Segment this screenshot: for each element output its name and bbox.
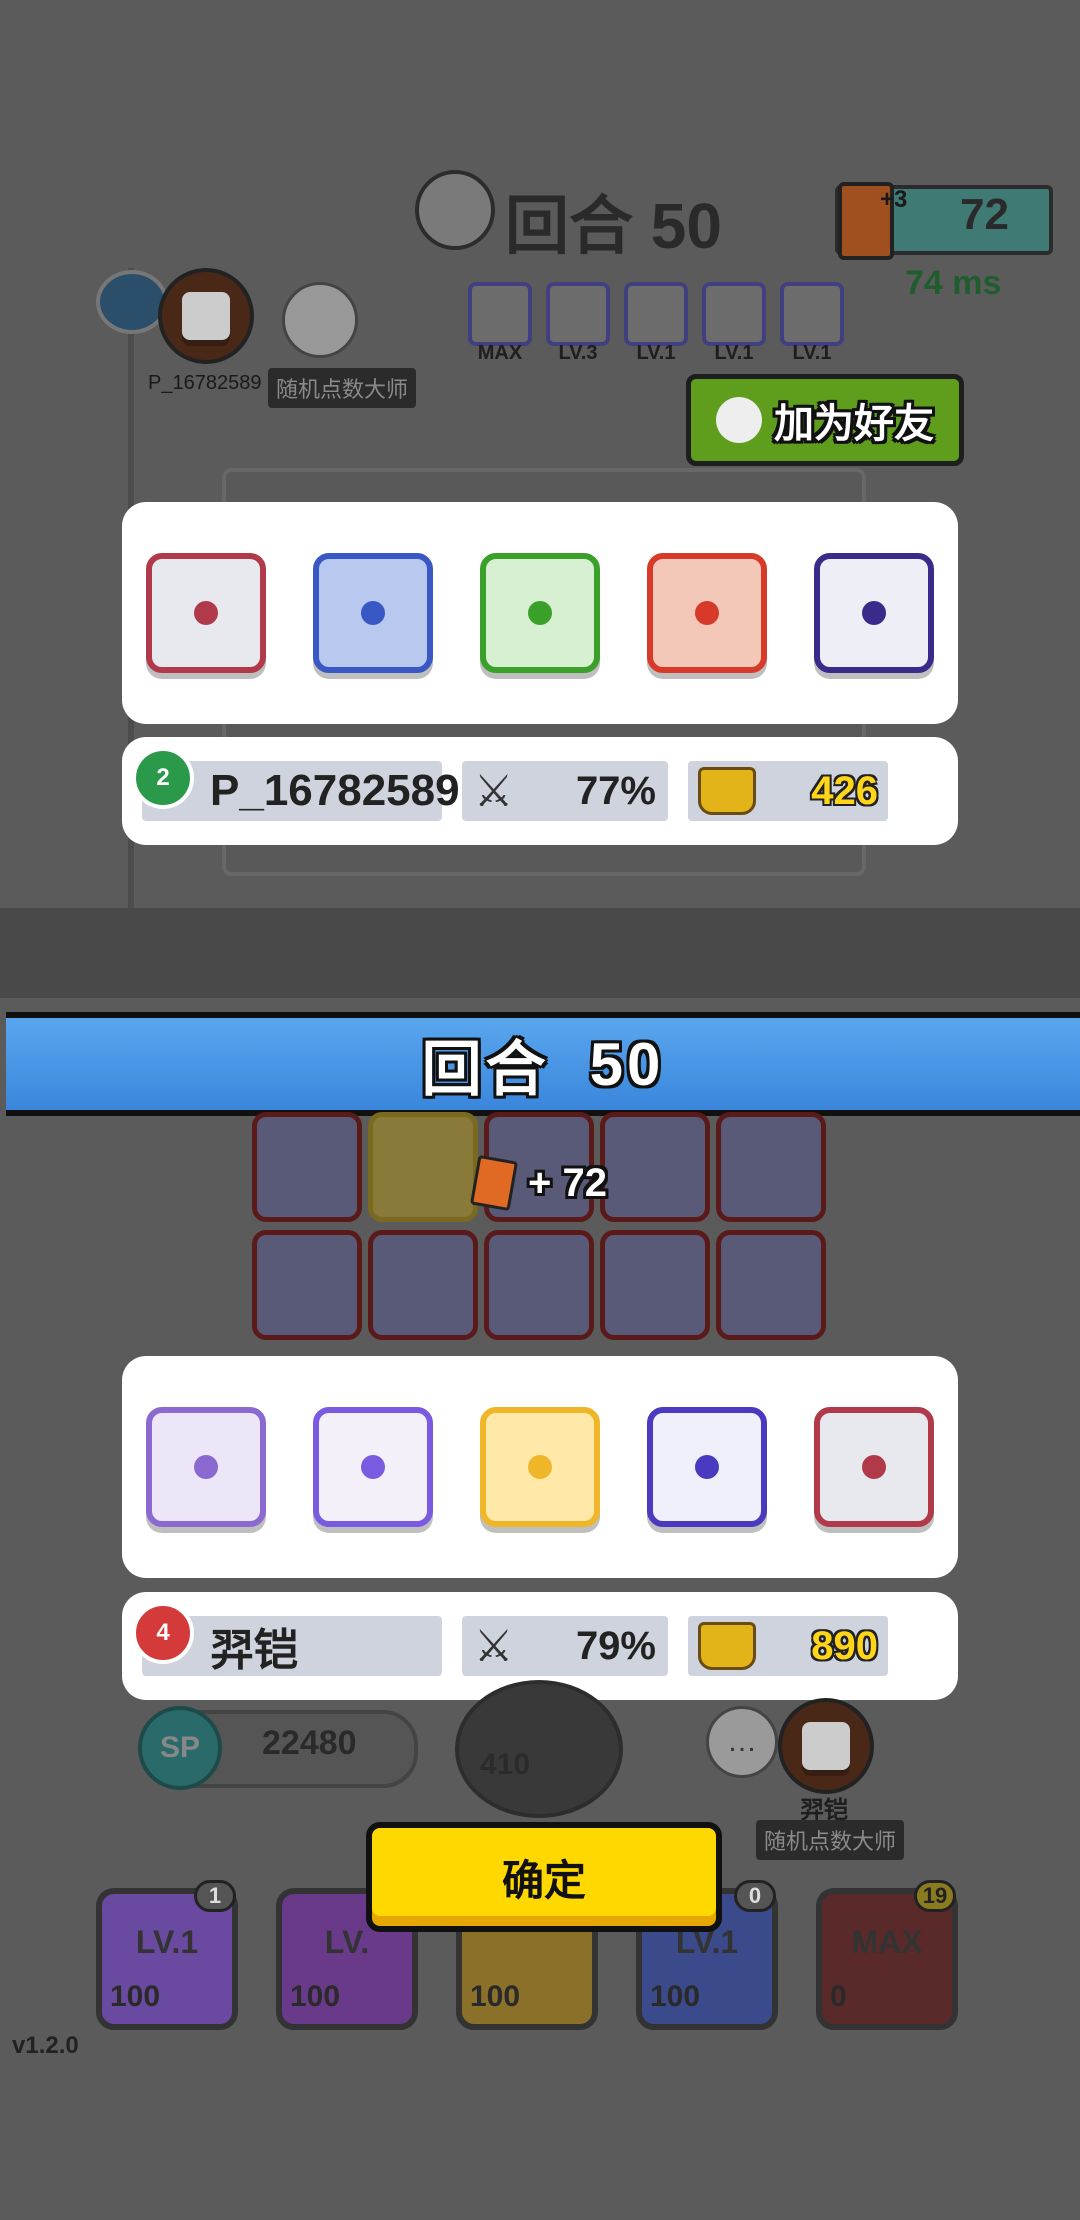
upgrade-cost: 100 xyxy=(290,1980,341,2013)
mini-die-level: LV.3 xyxy=(558,342,598,364)
opponent-title: 随机点数大师 xyxy=(268,368,417,408)
upgrade-level: MAX xyxy=(851,1924,923,1960)
chat-icon[interactable]: … xyxy=(706,1706,778,1778)
board-die xyxy=(252,1112,362,1222)
storm-die-icon xyxy=(145,553,266,673)
golden-die-icon xyxy=(479,1407,600,1527)
upgrade-slot[interactable]: MAX 19 0 xyxy=(816,1880,958,2030)
card-bonus: +3 xyxy=(880,186,908,213)
mini-die xyxy=(468,282,532,346)
player-name: 羿铠 xyxy=(210,1626,298,1675)
crossed-swords-icon: ⚔ xyxy=(474,1621,514,1671)
card-gain-label: + 72 xyxy=(528,1160,607,1205)
eye-icon[interactable] xyxy=(96,270,168,334)
board-die xyxy=(600,1112,710,1222)
upgrade-badge: 0 xyxy=(734,1880,776,1912)
player-board xyxy=(252,1112,826,1340)
add-friend-button[interactable]: 加为好友 xyxy=(686,374,964,466)
top-round-label: 回合 50 xyxy=(505,190,722,262)
board-die xyxy=(600,1230,710,1340)
mini-die-level: MAX xyxy=(477,342,523,364)
player-win-rate: 79% xyxy=(575,1623,656,1668)
poison-die-icon xyxy=(479,553,600,673)
upgrade-slot[interactable]: LV.1 1 100 xyxy=(96,1880,238,2030)
opponent-trophy-box: 426 xyxy=(688,761,888,821)
player-avatar[interactable] xyxy=(778,1698,874,1794)
opponent-stats-panel: 2 P_16782589 ⚔ 77% 426 xyxy=(122,737,958,845)
crossed-swords-icon: ⚔ xyxy=(474,766,514,816)
upgrade-badge: 19 xyxy=(914,1880,956,1912)
opponent-name-box: 2 P_16782589 xyxy=(132,747,460,821)
confirm-button[interactable]: 确定 xyxy=(366,1822,722,1932)
mini-die xyxy=(702,282,766,346)
upgrade-cost: 0 xyxy=(830,1980,847,2013)
dice-icon xyxy=(802,1722,850,1770)
opponent-avatar[interactable] xyxy=(158,268,254,364)
rank-number: 4 xyxy=(132,1602,194,1664)
board-die xyxy=(716,1230,826,1340)
banner-round-word: 回合 xyxy=(421,1035,550,1103)
ping-readout: 74 ms xyxy=(905,264,1002,302)
mini-die-levels: MAX LV.3 LV.1 LV.1 LV.1 xyxy=(468,342,844,365)
rank-number: 2 xyxy=(132,747,194,809)
upgrade-cost: 100 xyxy=(110,1980,161,2013)
player-name-box: 4 羿铠 xyxy=(132,1602,442,1676)
trophy-icon xyxy=(698,1622,756,1670)
confirm-label: 确定 xyxy=(501,1856,586,1904)
storm-die-icon xyxy=(814,1407,935,1527)
board-die xyxy=(368,1112,478,1222)
mini-die xyxy=(546,282,610,346)
add-friend-label: 加为好友 xyxy=(774,402,934,446)
opponent-deck-panel xyxy=(122,502,958,724)
lion-icon xyxy=(415,170,495,250)
board-die xyxy=(252,1230,362,1340)
opponent-name-small: P_16782589 xyxy=(148,372,262,394)
opponent-win-rate-box: ⚔ 77% xyxy=(462,761,668,821)
opponent-trophies: 426 xyxy=(811,768,878,813)
dice-icon xyxy=(182,292,230,340)
trophy-icon xyxy=(698,767,756,815)
fire-die-icon xyxy=(647,553,768,673)
card-icon xyxy=(469,1154,519,1212)
sp-amount: 22480 xyxy=(262,1724,357,1762)
board-die xyxy=(368,1230,478,1340)
opponent-name: P_16782589 xyxy=(210,766,460,815)
banner-round-number: 50 xyxy=(589,1030,665,1098)
board-die xyxy=(484,1230,594,1340)
card-gain: + 72 xyxy=(469,1154,607,1212)
player-deck-panel xyxy=(122,1356,958,1578)
mute-icon[interactable] xyxy=(282,282,358,358)
mini-die-level: LV.1 xyxy=(636,342,676,364)
player-win-rate-box: ⚔ 79% xyxy=(462,1616,668,1676)
round-banner: 回合 50 xyxy=(6,1012,1080,1116)
blessing-die-icon xyxy=(647,1407,768,1527)
mini-die-level: LV.1 xyxy=(792,342,832,364)
opponent-deck-mini xyxy=(468,282,844,346)
player-trophy-box: 890 xyxy=(688,1616,888,1676)
wind-die-icon xyxy=(814,553,935,673)
gear-die-icon xyxy=(312,553,433,673)
upgrade-level: LV.1 xyxy=(135,1924,199,1960)
add-friend-icon xyxy=(716,397,762,443)
player-title: 随机点数大师 xyxy=(756,1820,905,1860)
version-label: v1.2.0 xyxy=(12,2032,79,2059)
upgrade-cost: 100 xyxy=(470,1980,521,2013)
rainbow-die-icon xyxy=(312,1407,433,1527)
mini-die xyxy=(624,282,688,346)
rank-ribbon-icon: 4 xyxy=(132,1602,194,1674)
opponent-win-rate: 77% xyxy=(575,768,656,813)
mini-die xyxy=(780,282,844,346)
player-trophies: 890 xyxy=(811,1623,878,1668)
spawn-cost: 410 xyxy=(480,1748,531,1781)
board-divider xyxy=(0,908,1080,998)
board-die xyxy=(716,1112,826,1222)
upgrade-badge: 1 xyxy=(194,1880,236,1912)
card-count: 72 xyxy=(960,190,1009,239)
rank-ribbon-icon: 2 xyxy=(132,747,194,819)
lightning-die-icon xyxy=(145,1407,266,1527)
upgrade-cost: 100 xyxy=(650,1980,701,2013)
mini-die-level: LV.1 xyxy=(714,342,754,364)
sp-coin-icon: SP xyxy=(138,1706,222,1790)
